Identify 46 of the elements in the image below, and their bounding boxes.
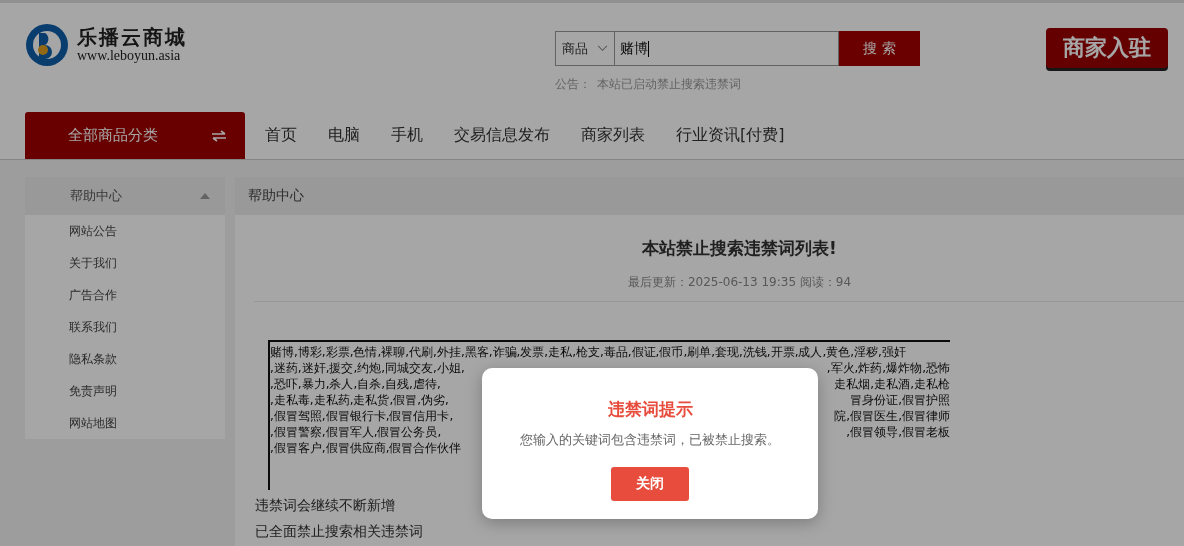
logo-icon (25, 23, 69, 67)
close-button[interactable]: 关闭 (611, 467, 689, 501)
nav-link[interactable]: 电脑 (328, 112, 360, 159)
swap-arrows-icon (211, 129, 227, 142)
nav-link[interactable]: 手机 (391, 112, 423, 159)
word-list-text: ,假冒领导,假冒老板 (846, 424, 950, 440)
sidebar-item[interactable]: 隐私条款 (25, 343, 225, 375)
word-list-text: ,军火,炸药,爆炸物,恐怖 (826, 360, 950, 376)
word-list-text: 院,假冒医生,假冒律师 (834, 408, 950, 424)
word-list-text: ,迷药,迷奸,援交,约炮,同城交友,小姐, (270, 360, 465, 376)
word-list-text: 走私烟,走私酒,走私枪 (834, 376, 950, 392)
search-field[interactable]: 赌博 (615, 31, 839, 66)
logo-url: www.leboyun.asia (77, 48, 182, 64)
nav-link[interactable]: 交易信息发布 (454, 112, 550, 159)
chevron-icon (597, 45, 608, 52)
word-list-text: 赌博,博彩,彩票,色情,裸聊,代刷,外挂,黑客,诈骗,发票,走私,枪支,毒品,假证,假币,刷单,套现,洗钱,开票,成人,黄色,淫秽,强奸 (270, 344, 906, 360)
dialog-title: 违禁词提示 (607, 398, 693, 421)
word-list-text: ,假冒驾照,假冒银行卡,假冒信用卡, (270, 408, 454, 424)
paragraph: 已全面禁止搜索相关违禁词 (255, 522, 424, 540)
sidebar-header[interactable]: 帮助中心 (25, 177, 225, 215)
sidebar-item[interactable]: 广告合作 (25, 279, 225, 311)
nav-link[interactable]: 行业资讯[付费] (676, 112, 785, 159)
sidebar-item[interactable]: 关于我们 (25, 247, 225, 279)
section-header: 帮助中心 (235, 177, 1184, 215)
notice-text: 本站已启动禁止搜索违禁词 (597, 76, 741, 93)
nav-link[interactable]: 商家列表 (581, 112, 645, 159)
sidebar-item[interactable]: 网站公告 (25, 215, 225, 247)
article-meta: 最后更新：2025-06-13 19:35 阅读：94 (626, 274, 853, 291)
nav-link[interactable]: 首页 (265, 112, 297, 159)
search-button[interactable]: 搜 索 (839, 31, 920, 66)
category-menu-button[interactable]: 全部商品分类 (25, 112, 245, 159)
merchant-join-button[interactable]: 商家入驻 (1046, 28, 1168, 68)
sidebar-item[interactable]: 联系我们 (25, 311, 225, 343)
word-list-text: ,走私毒,走私药,走私货,假冒,伪劣, (270, 392, 449, 408)
word-list-text: ,假冒客户,假冒供应商,假冒合作伙伴 (270, 440, 462, 456)
sidebar-item[interactable]: 免责声明 (25, 375, 225, 407)
sidebar-item[interactable]: 网站地图 (25, 407, 225, 439)
notice-label: 公告： (555, 76, 591, 93)
paragraph: 违禁词会继续不断新增 (255, 496, 396, 514)
word-list-text: ,恐吓,暴力,杀人,自杀,自残,虐待, (270, 376, 441, 392)
article-title: 本站禁止搜索违禁词列表! (641, 237, 838, 260)
logo-name: 乐播云商城 (77, 26, 187, 48)
word-list-text: 冒身份证,假冒护照 (850, 392, 950, 408)
word-list-text: ,假冒警察,假冒军人,假冒公务员, (270, 424, 442, 440)
scope-dropdown[interactable]: 商品 (555, 31, 615, 66)
dialog-message: 您输入的关键词包含违禁词，已被禁止搜索。 (520, 431, 780, 449)
